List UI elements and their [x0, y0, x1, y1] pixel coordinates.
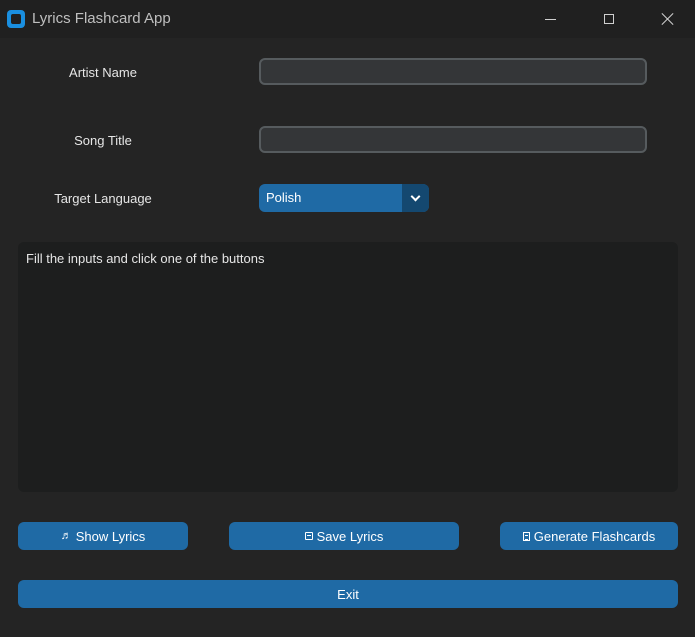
- target-language-dropdown[interactable]: Polish: [259, 184, 429, 212]
- target-language-value: Polish: [266, 190, 302, 205]
- maximize-button[interactable]: [586, 0, 632, 38]
- exit-button[interactable]: Exit: [18, 580, 678, 608]
- document-icon: [522, 531, 530, 541]
- output-text: Fill the inputs and click one of the but…: [26, 251, 265, 266]
- save-lyrics-button[interactable]: Save Lyrics: [229, 522, 459, 550]
- maximize-icon: [604, 14, 614, 24]
- lyrics-output-textbox[interactable]: Fill the inputs and click one of the but…: [18, 242, 678, 492]
- generate-flashcards-label: Generate Flashcards: [533, 528, 656, 544]
- target-language-label: Target Language: [54, 191, 152, 206]
- show-lyrics-label: Show Lyrics: [75, 528, 146, 544]
- minimize-icon: [544, 18, 556, 20]
- save-lyrics-label: Save Lyrics: [316, 528, 384, 544]
- generate-flashcards-button[interactable]: Generate Flashcards: [500, 522, 678, 550]
- artist-name-input[interactable]: [259, 58, 647, 85]
- chevron-down-icon: [410, 191, 421, 202]
- window-title: Lyrics Flashcard App: [32, 10, 171, 27]
- app-window: Lyrics Flashcard App Artist Name Song Ti…: [0, 0, 695, 637]
- close-icon: [661, 12, 675, 26]
- music-note-icon: ♬: [60, 530, 72, 542]
- show-lyrics-button[interactable]: ♬ Show Lyrics: [18, 522, 188, 550]
- minimize-button[interactable]: [527, 0, 573, 38]
- artist-name-label: Artist Name: [69, 65, 137, 80]
- song-title-input[interactable]: [259, 126, 647, 153]
- app-icon: [7, 10, 25, 28]
- dropdown-toggle[interactable]: [402, 184, 429, 212]
- close-button[interactable]: [645, 0, 691, 38]
- exit-label: Exit: [337, 586, 359, 602]
- title-bar[interactable]: Lyrics Flashcard App: [0, 0, 695, 38]
- song-title-label: Song Title: [74, 133, 132, 148]
- floppy-disk-icon: [304, 532, 313, 540]
